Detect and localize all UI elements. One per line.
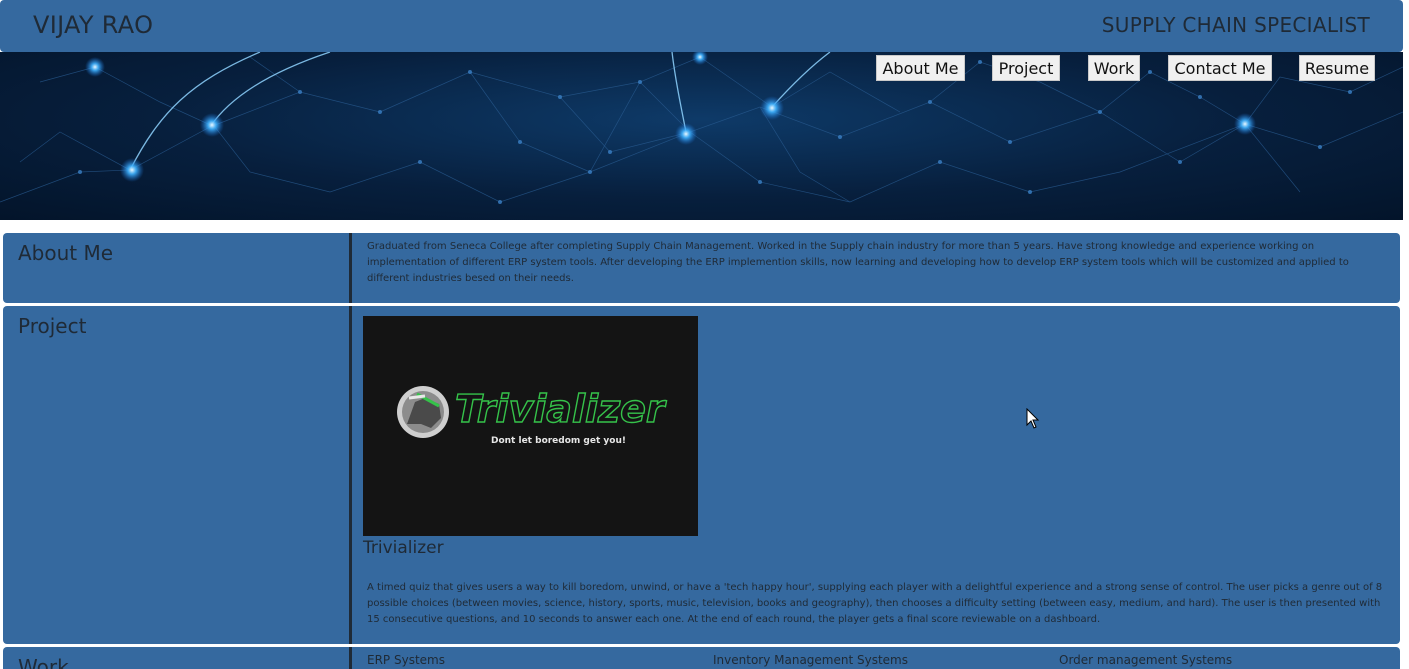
about-heading: About Me <box>18 241 114 265</box>
site-name: VIJAY RAO <box>33 11 154 39</box>
section-divider <box>349 647 352 669</box>
section-divider <box>349 233 352 303</box>
project-section: Project Trivializer Dont let boredom get… <box>3 306 1400 644</box>
nav-work-button[interactable]: Work <box>1088 55 1140 81</box>
section-divider <box>349 306 352 644</box>
about-section: About Me Graduated from Seneca College a… <box>3 233 1400 303</box>
unicorn-icon <box>397 386 449 438</box>
nav-about-me-button[interactable]: About Me <box>876 55 965 81</box>
svg-text:Trivializer: Trivializer <box>455 387 667 431</box>
mouse-cursor-icon <box>1026 408 1040 429</box>
work-column-erp: ERP Systems <box>367 653 445 667</box>
site-tagline: SUPPLY CHAIN SPECIALIST <box>1101 13 1370 37</box>
project-title: Trivializer <box>363 538 444 558</box>
project-description: A timed quiz that gives users a way to k… <box>367 582 1383 625</box>
nav-resume-button[interactable]: Resume <box>1299 55 1375 81</box>
work-column-inventory: Inventory Management Systems <box>713 653 908 667</box>
header-bar: VIJAY RAO SUPPLY CHAIN SPECIALIST <box>0 0 1403 52</box>
svg-text:Dont let boredom get you!: Dont let boredom get you! <box>491 436 626 446</box>
work-heading: Work <box>18 655 69 669</box>
work-section: Work ERP Systems Inventory Management Sy… <box>3 647 1400 669</box>
nav-project-button[interactable]: Project <box>992 55 1060 81</box>
portfolio-page: VIJAY RAO SUPPLY CHAIN SPECIALIST About … <box>0 0 1409 669</box>
about-text: Graduated from Seneca College after comp… <box>367 241 1349 284</box>
work-column-order: Order management Systems <box>1059 653 1233 667</box>
trivializer-logo-image[interactable]: Trivializer Dont let boredom get you! <box>363 316 698 536</box>
project-heading: Project <box>18 314 87 338</box>
nav-contact-me-button[interactable]: Contact Me <box>1168 55 1272 81</box>
